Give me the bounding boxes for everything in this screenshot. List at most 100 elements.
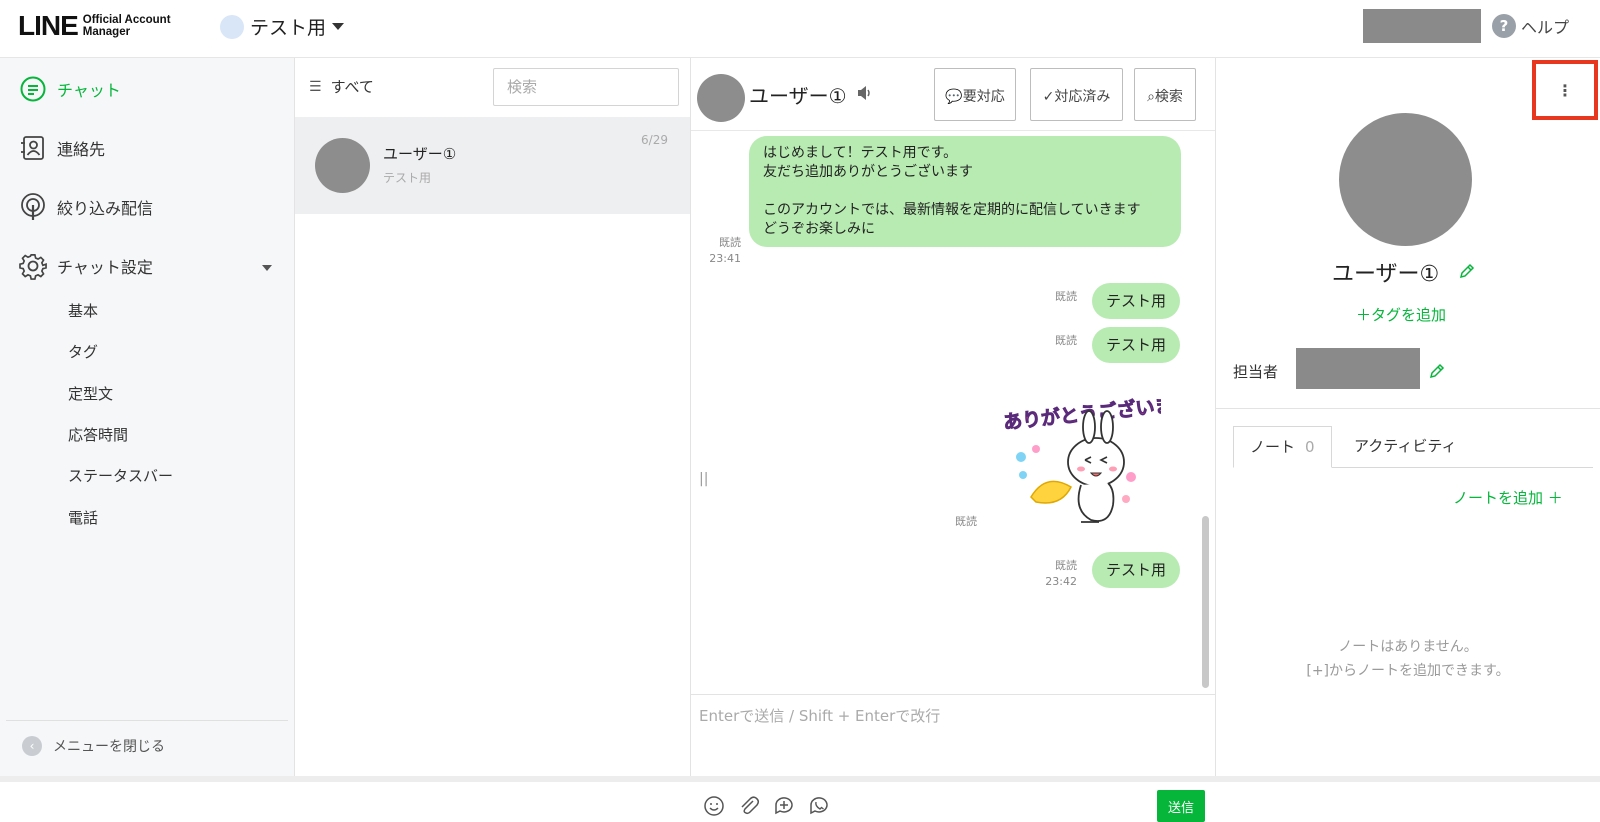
logo-subtitle: Official Account Manager <box>83 14 171 38</box>
sidebar-subitem-tags[interactable]: タグ <box>68 341 98 362</box>
conversation-user-name: ユーザー① <box>749 84 847 108</box>
search-icon: ⌕ <box>1147 89 1155 105</box>
needs-action-label: 要対応 <box>962 89 1005 105</box>
avatar[interactable] <box>697 74 745 122</box>
profile-name: ユーザー① <box>1332 262 1440 287</box>
menu-icon: ☰ <box>309 78 322 95</box>
message-bubble[interactable]: テスト用 <box>1092 552 1181 588</box>
tab-activity[interactable]: アクティビティ <box>1338 426 1472 468</box>
tab-count: 0 <box>1305 438 1315 456</box>
sidebar-subitem-status-bar[interactable]: ステータスバー <box>68 465 173 486</box>
message-bubble[interactable]: テスト用 <box>1092 283 1181 319</box>
divider <box>1216 408 1600 409</box>
read-status: 既読 <box>1055 290 1077 303</box>
profile-tabs: ノート 0 アクティビティ <box>1233 426 1593 468</box>
help-link[interactable]: ? ヘルプ <box>1492 14 1569 38</box>
close-menu-button[interactable]: ‹ メニューを閉じる <box>22 736 165 756</box>
speaker-icon[interactable] <box>856 85 874 105</box>
add-template-icon[interactable] <box>773 795 797 819</box>
user-info-redacted[interactable] <box>1363 9 1481 43</box>
rabbit-sticker-icon: ありがとうございます! <box>1002 390 1202 523</box>
account-avatar <box>220 14 244 39</box>
tab-label: アクティビティ <box>1354 437 1457 455</box>
read-status: 既読 <box>1055 559 1077 572</box>
close-menu-label: メニューを閉じる <box>53 739 165 755</box>
send-button[interactable]: 送信 <box>1157 790 1205 822</box>
sidebar-subitem-phone[interactable]: 電話 <box>68 507 98 528</box>
account-name: テスト用 <box>250 17 327 39</box>
top-bar: LINE Official Account Manager テスト用 ? ヘルプ <box>0 0 1600 58</box>
sidebar: チャット 連絡先 絞り込み配信 チャット設定 基本 タグ 定型文 応答時間 ステ… <box>0 58 295 782</box>
empty-state-line1: ノートはありません。 <box>1338 639 1478 655</box>
profile-panel: ⋮ ユーザー① ＋タグを追加 担当者 ノート 0 アクティビティ ノートを追加 ＋… <box>1216 58 1600 782</box>
help-label: ヘルプ <box>1521 18 1570 37</box>
call-icon[interactable] <box>808 795 832 819</box>
edit-pencil-icon[interactable] <box>1458 262 1476 284</box>
sidebar-item-label: 絞り込み配信 <box>57 199 154 218</box>
logo-subtitle-line1: Official Account <box>82 14 171 26</box>
emoji-icon[interactable] <box>703 795 727 819</box>
filter-dropdown[interactable]: ☰ すべて <box>309 76 374 97</box>
add-note-button[interactable]: ノートを追加 ＋ <box>1453 487 1563 508</box>
message-list: 既読 23:41 はじめまして！テスト用です。 友だち追加ありがとうございます … <box>691 131 1215 694</box>
sticker-image[interactable]: ありがとうございます! <box>1001 387 1202 532</box>
profile-avatar[interactable] <box>1339 113 1472 246</box>
gear-icon <box>18 251 48 281</box>
message-meta: 既読 23:42 <box>1035 558 1077 590</box>
chevron-left-icon: ‹ <box>22 736 42 756</box>
more-options-button[interactable]: ⋮ <box>1532 60 1598 120</box>
needs-action-button[interactable]: 💬要対応 <box>934 68 1016 121</box>
conversation-header: ユーザー① 💬要対応 ✓対応済み ⌕検索 <box>691 58 1215 131</box>
notes-empty-state: ノートはありません。 [+]からノートを追加できます。 <box>1216 635 1600 683</box>
tab-notes[interactable]: ノート 0 <box>1233 426 1332 468</box>
resize-handle[interactable]: || <box>699 471 708 487</box>
check-bubble-icon: ✓ <box>1042 89 1055 105</box>
read-status: 既読 <box>955 515 977 528</box>
filter-label: すべて <box>330 78 374 96</box>
sidebar-item-label: チャット <box>57 81 121 100</box>
avatar <box>315 138 370 193</box>
chat-list-item[interactable]: ユーザー① テスト用 6/29 <box>295 117 690 214</box>
sidebar-item-contacts[interactable]: 連絡先 <box>18 133 105 163</box>
sidebar-subitem-basic[interactable]: 基本 <box>68 300 98 321</box>
bottom-border <box>0 776 1600 782</box>
logo-subtitle-line2: Manager <box>82 26 131 38</box>
assignee-redacted <box>1296 348 1420 389</box>
message-meta: 既読 <box>947 514 977 530</box>
mark-done-button[interactable]: ✓対応済み <box>1030 68 1123 121</box>
message-time: 23:42 <box>1045 575 1077 588</box>
attachment-icon[interactable] <box>738 795 762 819</box>
sidebar-item-broadcast[interactable]: 絞り込み配信 <box>18 192 153 222</box>
mark-done-label: 対応済み <box>1054 89 1111 105</box>
logo[interactable]: LINE Official Account Manager <box>18 10 171 42</box>
chat-icon <box>18 74 48 104</box>
message-meta: 既読 23:41 <box>707 235 741 267</box>
contacts-icon <box>18 133 48 163</box>
chat-user-name: ユーザー① <box>383 145 457 163</box>
message-scrollbar[interactable] <box>1202 516 1209 688</box>
sidebar-subitem-response-hours[interactable]: 応答時間 <box>68 424 128 445</box>
message-bubble[interactable]: はじめまして！テスト用です。 友だち追加ありがとうございます このアカウントでは… <box>749 136 1181 247</box>
message-meta: 既読 <box>1047 333 1077 349</box>
edit-pencil-icon[interactable] <box>1428 362 1446 384</box>
sidebar-item-chat[interactable]: チャット <box>18 74 121 104</box>
conversation-panel: ユーザー① 💬要対応 ✓対応済み ⌕検索 既読 23:41 はじめまして！テスト… <box>691 58 1216 822</box>
account-switcher[interactable]: テスト用 <box>220 13 345 40</box>
broadcast-icon <box>18 192 48 222</box>
sidebar-item-label: チャット設定 <box>57 258 153 277</box>
message-bubble[interactable]: テスト用 <box>1092 327 1181 363</box>
more-vertical-icon: ⋮ <box>1557 80 1573 100</box>
sidebar-item-label: 連絡先 <box>57 140 106 159</box>
message-composer: 送信 <box>691 694 1215 822</box>
message-input[interactable] <box>699 705 1199 745</box>
sidebar-item-chat-settings[interactable]: チャット設定 <box>18 251 153 281</box>
conversation-search-button[interactable]: ⌕検索 <box>1134 68 1196 121</box>
caret-down-icon[interactable] <box>262 265 272 271</box>
search-input[interactable] <box>493 68 679 106</box>
question-icon: ? <box>1492 14 1516 38</box>
conversation-search-label: 検索 <box>1154 89 1183 105</box>
add-tag-button[interactable]: ＋タグを追加 <box>1356 304 1446 325</box>
assignee-label: 担当者 <box>1233 363 1279 381</box>
sidebar-subitem-templates[interactable]: 定型文 <box>68 383 113 404</box>
chat-date: 6/29 <box>641 133 668 147</box>
